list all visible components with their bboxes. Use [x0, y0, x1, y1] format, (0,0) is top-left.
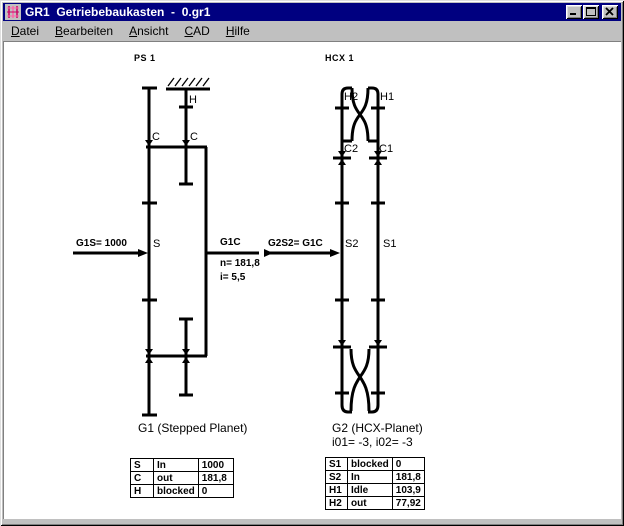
menu-item-ansicht[interactable]: Ansicht [121, 22, 176, 40]
cell-value: 103,9 [392, 484, 424, 497]
maximize-button[interactable] [583, 5, 599, 19]
cell-value: 0 [198, 485, 233, 498]
cell-role: In [154, 459, 199, 472]
client-area [3, 41, 621, 519]
menu-mnemonic: A [129, 24, 137, 38]
cell-value: 1000 [198, 459, 233, 472]
menu-label: nsicht [137, 24, 168, 38]
table-row: H blocked 0 [131, 485, 234, 498]
menu-item-cad[interactable]: CAD [176, 22, 217, 40]
table-row: C out 181,8 [131, 472, 234, 485]
menu-label: AD [193, 24, 210, 38]
cell-value: 0 [392, 458, 424, 471]
cell-role: out [348, 497, 393, 510]
table-row: S2 In 181,8 [326, 471, 425, 484]
close-icon [605, 7, 615, 16]
close-button[interactable] [602, 5, 618, 19]
maximize-icon [586, 7, 596, 16]
cell-shaft: S1 [326, 458, 348, 471]
menu-mnemonic: B [55, 24, 63, 38]
menu-label: atei [20, 24, 39, 38]
minimize-button[interactable] [566, 5, 582, 19]
right-result-table: S1 blocked 0 S2 In 181,8 H1 Idle 103,9 H… [325, 457, 425, 510]
cell-shaft: H1 [326, 484, 348, 497]
left-result-table: S In 1000 C out 181,8 H blocked 0 [130, 458, 234, 498]
cell-shaft: C [131, 472, 154, 485]
minimize-icon [569, 7, 579, 16]
table-row: H1 Idle 103,9 [326, 484, 425, 497]
menu-label: ilfe [234, 24, 249, 38]
cell-value: 181,8 [198, 472, 233, 485]
menu-item-bearbeiten[interactable]: Bearbeiten [47, 22, 121, 40]
app-icon [5, 4, 21, 20]
cell-role: blocked [348, 458, 393, 471]
cell-role: out [154, 472, 199, 485]
table-row: S In 1000 [131, 459, 234, 472]
app-window: GR1 Getriebebaukasten - 0.gr1 Dat [0, 0, 624, 526]
cell-role: In [348, 471, 393, 484]
menubar: Datei Bearbeiten Ansicht CAD Hilfe [3, 21, 621, 41]
menu-item-datei[interactable]: Datei [3, 22, 47, 40]
menu-label: earbeiten [63, 24, 113, 38]
menu-mnemonic: D [11, 24, 20, 38]
titlebar: GR1 Getriebebaukasten - 0.gr1 [3, 3, 621, 21]
cell-shaft: S [131, 459, 154, 472]
cell-shaft: S2 [326, 471, 348, 484]
table-row: S1 blocked 0 [326, 458, 425, 471]
menu-mnemonic: C [184, 24, 193, 38]
menu-item-hilfe[interactable]: Hilfe [218, 22, 258, 40]
window-title: GR1 Getriebebaukasten - 0.gr1 [25, 5, 210, 19]
cell-shaft: H2 [326, 497, 348, 510]
table-row: H2 out 77,92 [326, 497, 425, 510]
cell-value: 181,8 [392, 471, 424, 484]
cell-role: Idle [348, 484, 393, 497]
cell-role: blocked [154, 485, 199, 498]
cell-value: 77,92 [392, 497, 424, 510]
cell-shaft: H [131, 485, 154, 498]
